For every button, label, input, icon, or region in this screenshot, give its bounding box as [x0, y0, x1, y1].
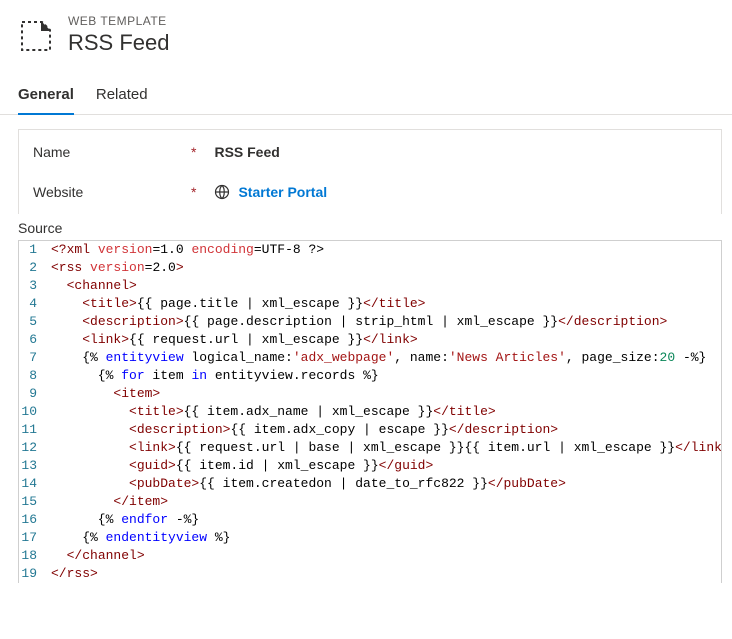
code-line[interactable]: 11 <description>{{ item.adx_copy | escap…	[19, 421, 721, 439]
code-content[interactable]: </channel>	[49, 547, 721, 565]
label-website: Website	[33, 184, 181, 200]
line-number: 5	[19, 313, 49, 331]
code-line[interactable]: 19</rss>	[19, 565, 721, 583]
source-editor[interactable]: 1<?xml version=1.0 encoding=UTF-8 ?>2<rs…	[18, 240, 722, 583]
code-content[interactable]: <channel>	[49, 277, 721, 295]
code-line[interactable]: 5 <description>{{ page.description | str…	[19, 313, 721, 331]
line-number: 16	[19, 511, 49, 529]
line-number: 17	[19, 529, 49, 547]
code-content[interactable]: <guid>{{ item.id | xml_escape }}</guid>	[49, 457, 721, 475]
code-line[interactable]: 1<?xml version=1.0 encoding=UTF-8 ?>	[19, 241, 721, 259]
page-title: RSS Feed	[68, 30, 170, 56]
code-content[interactable]: <description>{{ item.adx_copy | escape }…	[49, 421, 721, 439]
value-name[interactable]: RSS Feed	[214, 144, 279, 160]
label-name: Name	[33, 144, 181, 160]
code-content[interactable]: <pubDate>{{ item.createdon | date_to_rfc…	[49, 475, 721, 493]
code-content[interactable]: <title>{{ item.adx_name | xml_escape }}<…	[49, 403, 721, 421]
header-kicker: WEB TEMPLATE	[68, 14, 170, 28]
required-marker: *	[191, 184, 196, 200]
template-icon	[18, 18, 54, 54]
code-content[interactable]: <?xml version=1.0 encoding=UTF-8 ?>	[49, 241, 721, 259]
code-line[interactable]: 12 <link>{{ request.url | base | xml_esc…	[19, 439, 721, 457]
line-number: 7	[19, 349, 49, 367]
code-line[interactable]: 8 {% for item in entityview.records %}	[19, 367, 721, 385]
website-link-text: Starter Portal	[238, 184, 327, 200]
code-line[interactable]: 6 <link>{{ request.url | xml_escape }}</…	[19, 331, 721, 349]
line-number: 15	[19, 493, 49, 511]
code-line[interactable]: 18 </channel>	[19, 547, 721, 565]
line-number: 13	[19, 457, 49, 475]
page-header: WEB TEMPLATE RSS Feed	[0, 0, 732, 78]
tab-bar: General Related	[0, 78, 732, 115]
required-marker: *	[191, 144, 196, 160]
code-content[interactable]: <link>{{ request.url | base | xml_escape…	[49, 439, 721, 457]
code-line[interactable]: 9 <item>	[19, 385, 721, 403]
code-line[interactable]: 17 {% endentityview %}	[19, 529, 721, 547]
code-content[interactable]: {% endentityview %}	[49, 529, 721, 547]
website-link[interactable]: Starter Portal	[214, 184, 327, 200]
line-number: 11	[19, 421, 49, 439]
line-number: 4	[19, 295, 49, 313]
form-panel: Name * RSS Feed Website * Starter Portal	[18, 129, 722, 214]
code-content[interactable]: <rss version=2.0>	[49, 259, 721, 277]
line-number: 19	[19, 565, 49, 583]
line-number: 10	[19, 403, 49, 421]
code-content[interactable]: {% entityview logical_name:'adx_webpage'…	[49, 349, 721, 367]
line-number: 2	[19, 259, 49, 277]
code-line[interactable]: 13 <guid>{{ item.id | xml_escape }}</gui…	[19, 457, 721, 475]
label-source: Source	[0, 214, 732, 240]
row-website: Website * Starter Portal	[19, 174, 721, 214]
code-line[interactable]: 4 <title>{{ page.title | xml_escape }}</…	[19, 295, 721, 313]
tab-related[interactable]: Related	[96, 78, 148, 115]
code-content[interactable]: <link>{{ request.url | xml_escape }}</li…	[49, 331, 721, 349]
code-line[interactable]: 15 </item>	[19, 493, 721, 511]
code-line[interactable]: 10 <title>{{ item.adx_name | xml_escape …	[19, 403, 721, 421]
code-line[interactable]: 7 {% entityview logical_name:'adx_webpag…	[19, 349, 721, 367]
tab-general[interactable]: General	[18, 78, 74, 115]
line-number: 1	[19, 241, 49, 259]
line-number: 14	[19, 475, 49, 493]
line-number: 8	[19, 367, 49, 385]
code-line[interactable]: 2<rss version=2.0>	[19, 259, 721, 277]
code-content[interactable]: </rss>	[49, 565, 721, 583]
line-number: 12	[19, 439, 49, 457]
line-number: 6	[19, 331, 49, 349]
code-content[interactable]: <item>	[49, 385, 721, 403]
code-content[interactable]: {% endfor -%}	[49, 511, 721, 529]
code-line[interactable]: 14 <pubDate>{{ item.createdon | date_to_…	[19, 475, 721, 493]
code-content[interactable]: <title>{{ page.title | xml_escape }}</ti…	[49, 295, 721, 313]
row-name: Name * RSS Feed	[19, 130, 721, 174]
code-content[interactable]: {% for item in entityview.records %}	[49, 367, 721, 385]
code-content[interactable]: </item>	[49, 493, 721, 511]
globe-icon	[214, 184, 230, 200]
code-line[interactable]: 16 {% endfor -%}	[19, 511, 721, 529]
line-number: 18	[19, 547, 49, 565]
code-content[interactable]: <description>{{ page.description | strip…	[49, 313, 721, 331]
line-number: 3	[19, 277, 49, 295]
line-number: 9	[19, 385, 49, 403]
code-line[interactable]: 3 <channel>	[19, 277, 721, 295]
